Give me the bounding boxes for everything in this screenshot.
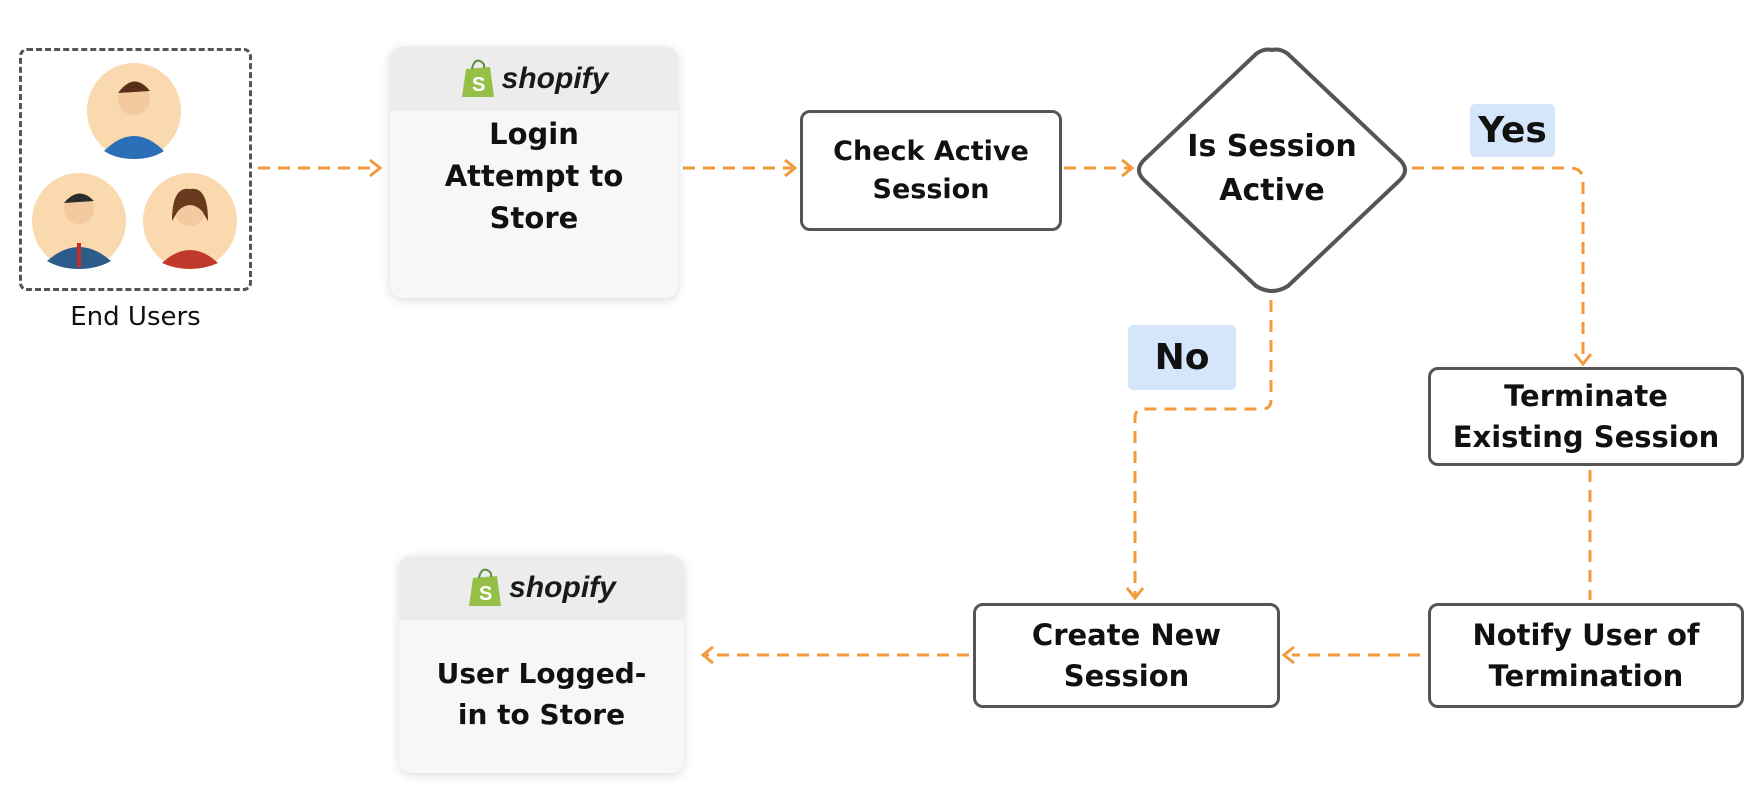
users-avatars [32, 63, 237, 269]
shopify-logo: S shopify [390, 47, 678, 111]
arrowhead [369, 158, 383, 178]
shopify-bag-icon: S [469, 568, 502, 606]
avatar [32, 173, 126, 269]
svg-text:S: S [479, 583, 492, 605]
decision-text: Is Session Active [1187, 129, 1357, 208]
create-session-node: Create New Session [973, 603, 1280, 708]
login-attempt-text: Login Attempt to Store [444, 116, 624, 236]
avatar [143, 173, 237, 269]
arrowhead [1573, 353, 1593, 367]
check-active-session-node: Check Active Session [800, 110, 1062, 231]
shopify-logged-in-node: S shopify User Logged-in to Store [399, 556, 684, 773]
shopify-login-node: S shopify Login Attempt to Store [390, 47, 678, 298]
shopify-logo: S shopify [399, 556, 684, 620]
notify-user-node: Notify User of Termination [1428, 603, 1744, 708]
logged-in-text: User Logged-in to Store [436, 657, 647, 731]
shopify-bag-icon: S [461, 59, 494, 97]
arrow-yes-path [1412, 166, 1585, 358]
yes-label: Yes [1470, 104, 1555, 157]
end-users-group [19, 48, 252, 291]
avatar [87, 63, 181, 159]
svg-text:S: S [472, 74, 485, 96]
end-users-label: End Users [70, 302, 201, 332]
no-label: No [1128, 325, 1236, 390]
terminate-session-node: Terminate Existing Session [1428, 367, 1744, 466]
